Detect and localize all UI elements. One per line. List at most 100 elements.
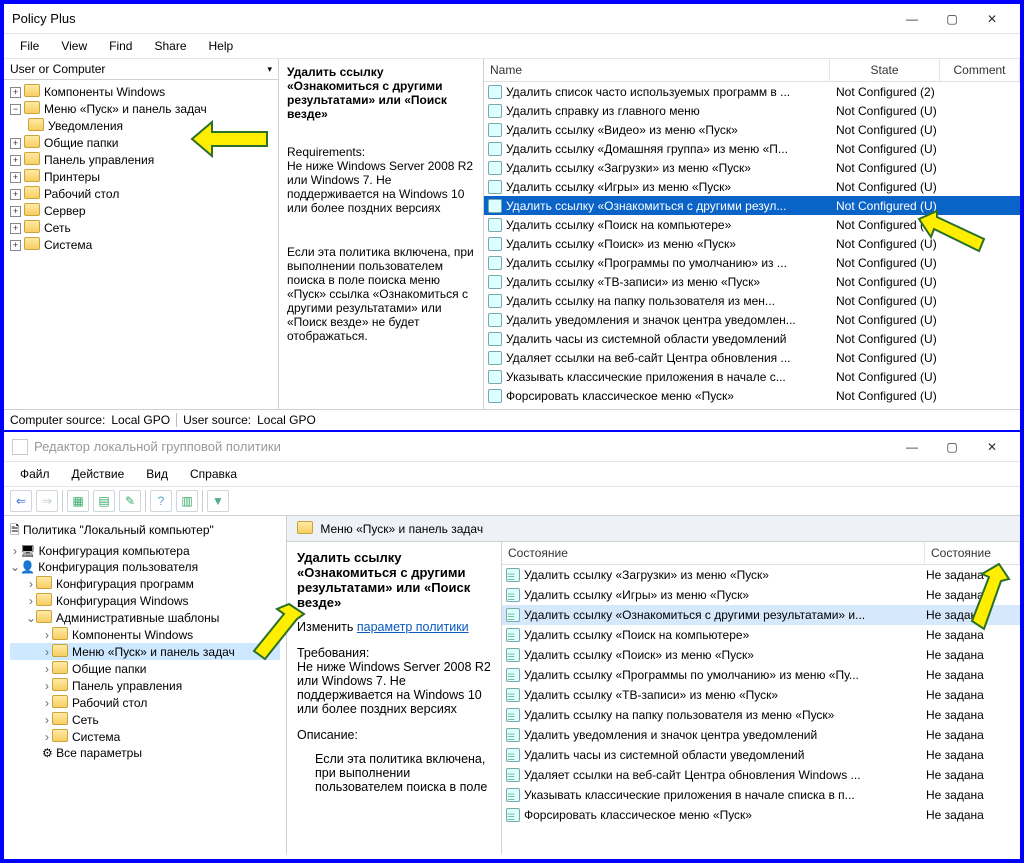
expand-icon[interactable]: › bbox=[42, 645, 52, 659]
expand-icon[interactable]: › bbox=[26, 594, 36, 608]
tree-node[interactable]: −Меню «Пуск» и панель задач bbox=[10, 100, 272, 117]
tree-node[interactable]: ⚙ Все параметры bbox=[10, 745, 280, 761]
collapse-icon[interactable]: − bbox=[10, 104, 21, 115]
collapse-icon[interactable]: ⌄ bbox=[26, 611, 36, 625]
tree-node[interactable]: ›Сеть bbox=[10, 711, 280, 728]
expand-icon[interactable]: + bbox=[10, 138, 21, 149]
tree-node[interactable]: +Общие папки bbox=[10, 134, 272, 151]
policy-row[interactable]: Удалить уведомления и значок центра увед… bbox=[484, 310, 1020, 329]
policy-row[interactable]: Удалить список часто используемых програ… bbox=[484, 82, 1020, 101]
menu-item[interactable]: Справка bbox=[180, 465, 247, 483]
policy-row[interactable]: Удалить ссылку «ТВ-записи» из меню «Пуск… bbox=[484, 272, 1020, 291]
close-button[interactable]: ✕ bbox=[972, 5, 1012, 33]
policy-row[interactable]: Удалить ссылку «Программы по умолчанию» … bbox=[502, 665, 1020, 685]
expand-icon[interactable]: + bbox=[10, 206, 21, 217]
menu-item[interactable]: Вид bbox=[136, 465, 178, 483]
expand-icon[interactable]: › bbox=[42, 679, 52, 693]
collapse-icon[interactable]: ⌄ bbox=[10, 560, 20, 574]
expand-icon[interactable]: › bbox=[26, 577, 36, 591]
tree-scope-selector[interactable]: User or Computer ▾ bbox=[4, 59, 278, 80]
maximize-button[interactable]: ▢ bbox=[932, 5, 972, 33]
policy-row[interactable]: Удалить ссылку «Загрузки» из меню «Пуск»… bbox=[484, 158, 1020, 177]
tree-node[interactable]: ›🖥 Конфигурация компьютера bbox=[10, 543, 280, 559]
tree-node[interactable]: ›Компоненты Windows bbox=[10, 626, 280, 643]
tree-node[interactable]: Уведомления bbox=[28, 117, 272, 134]
policy-row[interactable]: Форсировать классическое меню «Пуск»Not … bbox=[484, 386, 1020, 405]
tree-node[interactable]: +Панель управления bbox=[10, 151, 272, 168]
menu-item[interactable]: Файл bbox=[10, 465, 60, 483]
back-button[interactable]: ⇐ bbox=[10, 490, 32, 512]
policy-row[interactable]: Удалить уведомления и значок центра увед… bbox=[502, 725, 1020, 745]
tree-node[interactable]: +Компоненты Windows bbox=[10, 83, 272, 100]
expand-icon[interactable]: › bbox=[10, 544, 20, 558]
tree-node[interactable]: ›Система bbox=[10, 728, 280, 745]
tree-node[interactable]: +Система bbox=[10, 236, 272, 253]
tool-icon[interactable]: ▥ bbox=[176, 490, 198, 512]
policy-row[interactable]: Удалить ссылку «Игры» из меню «Пуск»Не з… bbox=[502, 585, 1020, 605]
menu-view[interactable]: View bbox=[51, 37, 97, 55]
col-state[interactable]: State bbox=[830, 59, 940, 81]
policy-row[interactable]: Удалить ссылку «Ознакомиться с другими р… bbox=[484, 196, 1020, 215]
policy-row[interactable]: Удалить ссылку «Домашняя группа» из меню… bbox=[484, 139, 1020, 158]
policy-row[interactable]: Удалить ссылку «Поиск» из меню «Пуск»Not… bbox=[484, 234, 1020, 253]
col-comment[interactable]: Comment bbox=[940, 59, 1020, 81]
policy-row[interactable]: Удалить часы из системной области уведом… bbox=[502, 745, 1020, 765]
tool-icon[interactable]: ▦ bbox=[67, 490, 89, 512]
policy-row[interactable]: Удаляет ссылки на веб-сайт Центра обновл… bbox=[484, 348, 1020, 367]
expand-icon[interactable]: + bbox=[10, 223, 21, 234]
col-state[interactable]: Состояние bbox=[925, 542, 1020, 564]
policy-row[interactable]: Удалить ссылку «Поиск на компьютере»Not … bbox=[484, 215, 1020, 234]
tree-node[interactable]: +Сеть bbox=[10, 219, 272, 236]
policy-row[interactable]: Удалить ссылку «Ознакомиться с другими р… bbox=[502, 605, 1020, 625]
expand-icon[interactable]: › bbox=[42, 730, 52, 744]
policy-row[interactable]: Форсировать классическое меню «Пуск»Не з… bbox=[502, 805, 1020, 825]
policy-row[interactable]: Удалить ссылку «Игры» из меню «Пуск»Not … bbox=[484, 177, 1020, 196]
tree-node[interactable]: ›Панель управления bbox=[10, 677, 280, 694]
expand-icon[interactable]: › bbox=[42, 696, 52, 710]
col-name[interactable]: Name bbox=[484, 59, 830, 81]
policy-row[interactable]: Удалить ссылку на папку пользователя из … bbox=[502, 705, 1020, 725]
menu-find[interactable]: Find bbox=[99, 37, 142, 55]
menu-file[interactable]: File bbox=[10, 37, 49, 55]
col-name[interactable]: Состояние bbox=[502, 542, 925, 564]
tree-node[interactable]: 🗎 Политика "Локальный компьютер" bbox=[10, 520, 280, 543]
minimize-button[interactable]: — bbox=[892, 5, 932, 33]
policy-row[interactable]: Указывать классические приложения в нача… bbox=[502, 785, 1020, 805]
menu-item[interactable]: Действие bbox=[62, 465, 135, 483]
tree-node[interactable]: ›Общие папки bbox=[10, 660, 280, 677]
tree-node[interactable]: ›Рабочий стол bbox=[10, 694, 280, 711]
close-button[interactable]: ✕ bbox=[972, 433, 1012, 461]
expand-icon[interactable]: + bbox=[10, 87, 21, 98]
help-button[interactable]: ? bbox=[150, 490, 172, 512]
tree-node[interactable]: ⌄Административные шаблоны bbox=[10, 609, 280, 626]
tree-node[interactable]: +Рабочий стол bbox=[10, 185, 272, 202]
expand-icon[interactable]: › bbox=[42, 628, 52, 642]
tree-node[interactable]: +Принтеры bbox=[10, 168, 272, 185]
expand-icon[interactable]: + bbox=[10, 189, 21, 200]
tree-node[interactable]: ›Конфигурация программ bbox=[10, 575, 280, 592]
tree-node[interactable]: ›Меню «Пуск» и панель задач bbox=[10, 643, 280, 660]
filter-button[interactable]: ▼ bbox=[207, 490, 229, 512]
expand-icon[interactable]: + bbox=[10, 155, 21, 166]
policy-row[interactable]: Удалить часы из системной области уведом… bbox=[484, 329, 1020, 348]
tree-node[interactable]: ⌄👤 Конфигурация пользователя bbox=[10, 559, 280, 575]
policy-row[interactable]: Указывать классические приложения в нача… bbox=[484, 367, 1020, 386]
policy-row[interactable]: Удалить ссылку «ТВ-записи» из меню «Пуск… bbox=[502, 685, 1020, 705]
maximize-button[interactable]: ▢ bbox=[932, 433, 972, 461]
policy-row[interactable]: Удалить ссылку «Поиск» из меню «Пуск»Не … bbox=[502, 645, 1020, 665]
forward-button[interactable]: ⇒ bbox=[36, 490, 58, 512]
tree-node[interactable]: +Сервер bbox=[10, 202, 272, 219]
menu-share[interactable]: Share bbox=[144, 37, 196, 55]
policy-row[interactable]: Удалить ссылку «Загрузки» из меню «Пуск»… bbox=[502, 565, 1020, 585]
tree-node[interactable]: ›Конфигурация Windows bbox=[10, 592, 280, 609]
edit-policy-link[interactable]: параметр политики bbox=[357, 620, 469, 634]
policy-row[interactable]: Удалить справку из главного менюNot Conf… bbox=[484, 101, 1020, 120]
expand-icon[interactable]: + bbox=[10, 240, 21, 251]
expand-icon[interactable]: + bbox=[10, 172, 21, 183]
expand-icon[interactable]: › bbox=[42, 713, 52, 727]
menu-help[interactable]: Help bbox=[199, 37, 244, 55]
expand-icon[interactable]: › bbox=[42, 662, 52, 676]
policy-row[interactable]: Удалить ссылку «Поиск на компьютере»Не з… bbox=[502, 625, 1020, 645]
policy-row[interactable]: Удалить ссылку «Программы по умолчанию» … bbox=[484, 253, 1020, 272]
tool-icon[interactable]: ▤ bbox=[93, 490, 115, 512]
